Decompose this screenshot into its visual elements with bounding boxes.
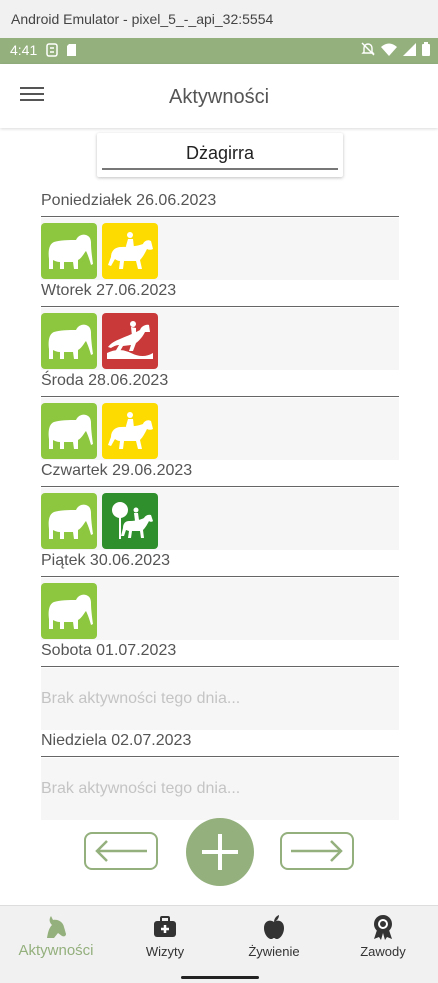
nav-tab-activities[interactable]: Aktywności <box>1 906 111 974</box>
riding-horse-icon[interactable] <box>102 223 158 279</box>
activity-row <box>41 308 399 370</box>
apple-icon <box>264 915 284 939</box>
day-label: Niedziela 02.07.2023 <box>41 732 192 749</box>
day-divider <box>41 216 399 217</box>
battery-icon <box>422 42 430 56</box>
day-divider <box>41 306 399 307</box>
day-label: Sobota 01.07.2023 <box>41 642 177 659</box>
selector-underline <box>102 168 338 170</box>
activity-row <box>41 398 399 460</box>
jumping-horse-icon[interactable] <box>102 313 158 369</box>
nav-tab-nutrition[interactable]: Żywienie <box>219 906 329 974</box>
nav-label: Żywienie <box>248 944 300 959</box>
status-time: 4:41 <box>10 42 38 58</box>
arrow-right-icon <box>291 840 343 862</box>
nav-tab-competitions[interactable]: Zawody <box>328 906 438 974</box>
nav-label: Aktywności <box>18 942 94 959</box>
page-title: Aktywności <box>168 86 270 108</box>
nav-label: Wizyty <box>145 944 185 959</box>
day-label: Czwartek 29.06.2023 <box>41 462 193 479</box>
signal-icon <box>403 42 416 56</box>
medical-kit-icon <box>154 916 176 937</box>
system-icons <box>361 42 430 56</box>
award-ribbon-icon <box>374 915 392 940</box>
notification-s-icon <box>46 43 58 57</box>
grazing-horse-icon[interactable] <box>41 493 97 549</box>
empty-day-message: Brak aktywności tego dnia... <box>41 780 241 797</box>
grazing-horse-icon[interactable] <box>41 313 97 369</box>
trail-riding-icon[interactable] <box>102 493 158 549</box>
day-divider <box>41 576 399 577</box>
window-title: Android Emulator - pixel_5_-_api_32:5554 <box>0 0 438 38</box>
riding-horse-icon[interactable] <box>102 403 158 459</box>
day-divider <box>41 666 399 667</box>
home-gesture-bar[interactable] <box>181 976 259 979</box>
previous-week-button[interactable] <box>84 832 158 870</box>
notification-icons <box>46 43 77 57</box>
day-label: Piątek 30.06.2023 <box>41 552 170 569</box>
day-label: Wtorek 27.06.2023 <box>41 282 177 299</box>
activity-row <box>41 488 399 550</box>
horse-selector[interactable]: Dżagirra <box>97 133 343 177</box>
sd-card-icon <box>67 44 76 56</box>
nav-label: Zawody <box>360 944 406 959</box>
bottom-navigation: Aktywności Wizyty Żywienie Zawody <box>0 905 438 983</box>
day-divider <box>41 486 399 487</box>
grazing-horse-icon[interactable] <box>41 583 97 639</box>
app-bar: Aktywności <box>0 64 438 128</box>
day-divider <box>41 756 399 757</box>
empty-day-message: Brak aktywności tego dnia... <box>41 690 241 707</box>
grazing-horse-icon[interactable] <box>41 223 97 279</box>
activity-row: Brak aktywności tego dnia... <box>41 668 399 730</box>
day-divider <box>41 396 399 397</box>
grazing-horse-icon[interactable] <box>41 403 97 459</box>
horse-head-icon <box>47 916 66 938</box>
activity-row <box>41 218 399 280</box>
nav-tab-visits[interactable]: Wizyty <box>110 906 220 974</box>
activity-row <box>41 578 399 640</box>
wifi-icon <box>381 43 397 56</box>
add-activity-button[interactable] <box>186 818 254 886</box>
horse-name: Dżagirra <box>185 143 255 163</box>
arrow-left-icon <box>95 840 147 862</box>
status-bar: 4:41 <box>0 38 438 64</box>
day-label: Środa 28.06.2023 <box>41 372 169 389</box>
mute-icon <box>361 42 375 56</box>
activity-row: Brak aktywności tego dnia... <box>41 758 399 820</box>
day-label: Poniedziałek 26.06.2023 <box>41 192 217 209</box>
next-week-button[interactable] <box>280 832 354 870</box>
